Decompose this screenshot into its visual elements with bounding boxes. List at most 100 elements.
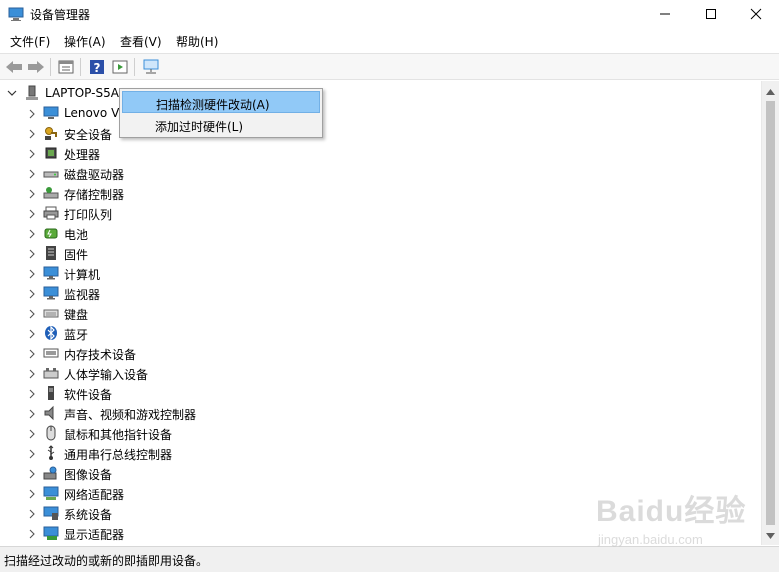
vertical-scrollbar[interactable] <box>761 81 779 545</box>
tree-node-label: 鼠标和其他指针设备 <box>64 428 173 442</box>
chevron-right-icon[interactable] <box>27 388 37 399</box>
menu-help[interactable]: 帮助(H) <box>174 33 220 50</box>
tree-node[interactable]: 安全设备 <box>0 123 700 143</box>
tree-node[interactable]: Lenovo Vi <box>0 103 700 123</box>
scroll-up-arrow-icon[interactable] <box>762 83 779 100</box>
tree-node[interactable]: 内存技术设备 <box>0 343 700 363</box>
computer-root-icon <box>24 85 40 101</box>
scroll-down-arrow-icon[interactable] <box>762 527 779 544</box>
tree-node[interactable]: 鼠标和其他指针设备 <box>0 423 700 443</box>
run-icon <box>112 60 128 74</box>
chevron-right-icon[interactable] <box>27 308 37 319</box>
display-adapter-icon <box>43 525 59 541</box>
forward-button[interactable] <box>26 57 46 77</box>
help-button[interactable]: ? <box>87 57 107 77</box>
scrollbar-thumb[interactable] <box>766 101 775 525</box>
minimize-button[interactable] <box>642 0 688 28</box>
scan-monitor-icon <box>143 59 159 74</box>
system-device-icon <box>43 505 59 521</box>
tree-node[interactable]: 处理器 <box>0 143 700 163</box>
monitor-icon <box>43 265 59 281</box>
chevron-right-icon[interactable] <box>27 128 37 139</box>
tree-node[interactable]: 软件设备 <box>0 383 700 403</box>
tree-node-label: 网络适配器 <box>64 488 125 502</box>
chevron-right-icon[interactable] <box>27 448 37 459</box>
device-manager-icon <box>8 6 24 22</box>
back-button[interactable] <box>4 57 24 77</box>
toolbar-separator <box>134 58 135 76</box>
update-driver-button[interactable] <box>110 57 130 77</box>
chevron-right-icon[interactable] <box>27 348 37 359</box>
baidu-watermark: Baidu经验 jingyan.baidu.com <box>596 486 747 547</box>
bluetooth-icon <box>43 325 59 341</box>
tree-node-label: 键盘 <box>64 308 89 322</box>
tree-node[interactable]: 显示适配器 <box>0 523 700 543</box>
toolbar-separator <box>80 58 81 76</box>
watermark-main-text: Baidu经验 <box>596 495 747 528</box>
chevron-right-icon[interactable] <box>27 208 37 219</box>
tree-node-label: 系统设备 <box>64 508 113 522</box>
tree-node[interactable]: 打印队列 <box>0 203 700 223</box>
tree-node-label: 安全设备 <box>64 128 113 142</box>
tree-node[interactable]: 监视器 <box>0 283 700 303</box>
menu-view[interactable]: 查看(V) <box>118 33 164 50</box>
tree-node[interactable]: 声音、视频和游戏控制器 <box>0 403 700 423</box>
tree-node[interactable]: 计算机 <box>0 263 700 283</box>
tree-node[interactable]: 系统设备 <box>0 503 700 523</box>
toolbar-separator <box>50 58 51 76</box>
menu-file[interactable]: 文件(F) <box>8 33 52 50</box>
tree-node-label: 磁盘驱动器 <box>64 168 125 182</box>
tree-node[interactable]: 人体学输入设备 <box>0 363 700 383</box>
chevron-right-icon[interactable] <box>27 228 37 239</box>
tree-node-label: 软件设备 <box>64 388 113 402</box>
chevron-right-icon[interactable] <box>27 408 37 419</box>
context-menu: 扫描检测硬件改动(A) 添加过时硬件(L) <box>119 88 323 138</box>
chevron-right-icon[interactable] <box>27 428 37 439</box>
chevron-right-icon[interactable] <box>27 168 37 179</box>
scan-for-hardware-changes-item[interactable]: 扫描检测硬件改动(A) <box>122 91 320 113</box>
svg-text:?: ? <box>94 61 101 75</box>
tree-node[interactable]: 存储控制器 <box>0 183 700 203</box>
tree-node[interactable]: 固件 <box>0 243 700 263</box>
chevron-right-icon[interactable] <box>27 508 37 519</box>
tree-node-label: 电池 <box>64 228 89 242</box>
chevron-down-icon[interactable] <box>6 87 18 99</box>
tree-node[interactable]: 网络适配器 <box>0 483 700 503</box>
watermark-sub-text: jingyan.baidu.com <box>598 532 703 547</box>
tree-node-label: 计算机 <box>64 268 101 282</box>
tree-node[interactable]: 键盘 <box>0 303 700 323</box>
chevron-right-icon[interactable] <box>27 368 37 379</box>
device-tree[interactable]: LAPTOP-S5AU Lenovo Vi 安全设备 处理器磁盘驱动器存储控制器 打印… <box>0 81 761 545</box>
tree-node[interactable]: 电池 <box>0 223 700 243</box>
scan-hardware-button[interactable] <box>141 57 161 77</box>
chevron-right-icon[interactable] <box>27 268 37 279</box>
monitor-icon <box>43 285 59 301</box>
back-arrow-icon <box>6 61 22 73</box>
chevron-right-icon[interactable] <box>27 248 37 259</box>
tree-node[interactable]: 蓝牙 <box>0 323 700 343</box>
tree-node-label: 固件 <box>64 248 89 262</box>
properties-button[interactable] <box>56 57 76 77</box>
chevron-right-icon[interactable] <box>27 468 37 479</box>
menu-action[interactable]: 操作(A) <box>62 33 108 50</box>
tree-root-label: LAPTOP-S5AU <box>45 86 128 100</box>
firmware-icon <box>43 245 59 261</box>
chevron-right-icon[interactable] <box>27 528 37 539</box>
close-button[interactable] <box>733 0 779 28</box>
tree-node-label: 内存技术设备 <box>64 348 137 362</box>
tree-node[interactable]: 磁盘驱动器 <box>0 163 700 183</box>
add-legacy-hardware-item[interactable]: 添加过时硬件(L) <box>122 114 320 136</box>
tree-node-label: Lenovo Vi <box>64 106 123 120</box>
maximize-button[interactable] <box>688 0 734 28</box>
chevron-right-icon[interactable] <box>27 488 37 499</box>
tree-node-label: 存储控制器 <box>64 188 125 202</box>
chevron-right-icon[interactable] <box>27 188 37 199</box>
tree-node[interactable]: 图像设备 <box>0 463 700 483</box>
chevron-right-icon[interactable] <box>27 328 37 339</box>
chevron-right-icon[interactable] <box>27 108 37 119</box>
status-bar: 扫描经过改动的或新的即插即用设备。 <box>0 546 779 572</box>
tree-node-label: 声音、视频和游戏控制器 <box>64 408 197 422</box>
chevron-right-icon[interactable] <box>27 288 37 299</box>
chevron-right-icon[interactable] <box>27 148 37 159</box>
tree-node[interactable]: 通用串行总线控制器 <box>0 443 700 463</box>
